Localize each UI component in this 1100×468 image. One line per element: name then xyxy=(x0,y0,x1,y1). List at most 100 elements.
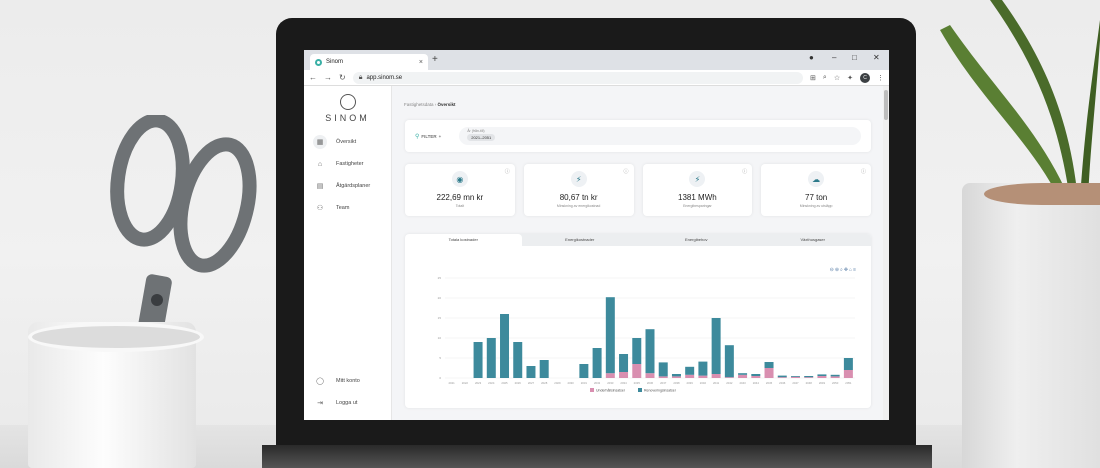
reload-icon[interactable]: ↻ xyxy=(339,73,346,82)
x-tick-label: 2042 xyxy=(726,381,733,385)
kpi-value: 80,67 tn kr xyxy=(559,193,598,202)
x-tick-label: 2044 xyxy=(753,381,760,385)
minimize-button[interactable]: – xyxy=(832,53,836,62)
browser-tab[interactable]: Sinom × xyxy=(310,54,428,70)
x-tick-label: 2048 xyxy=(806,381,813,385)
bar-underhall xyxy=(658,376,668,378)
bolt-icon: ⚡︎ xyxy=(689,171,706,187)
x-tick-label: 2025 xyxy=(501,381,508,385)
x-tick-label: 2045 xyxy=(766,381,773,385)
sidebar-item-logout[interactable]: ⇥ Logga ut xyxy=(304,392,392,414)
x-tick-label: 2034 xyxy=(620,381,627,385)
info-icon[interactable]: ⓘ xyxy=(861,168,866,175)
sidebar-item-fastigheter[interactable]: ⌂ Fastigheter xyxy=(304,153,391,175)
team-icon: ⚇ xyxy=(316,205,324,212)
bar-underhall xyxy=(843,370,853,378)
info-icon[interactable]: ⓘ xyxy=(505,168,510,175)
bar-renovering xyxy=(738,373,748,375)
kpi-label: Totalt xyxy=(455,204,465,208)
bar-renovering xyxy=(592,348,602,378)
bar-renovering xyxy=(513,342,523,378)
tab-energibehov[interactable]: Energibehov xyxy=(638,234,755,246)
bar-underhall xyxy=(830,376,840,378)
maximize-button[interactable]: □ xyxy=(852,53,857,62)
plant-leaves xyxy=(940,0,1100,200)
bar-underhall xyxy=(619,372,629,378)
kpi-label: Energibesparingar xyxy=(683,204,712,208)
y-tick-label: 15 xyxy=(438,316,442,320)
x-tick-label: 2022 xyxy=(462,381,469,385)
bar-renovering xyxy=(685,366,695,375)
sidebar-item-team[interactable]: ⚇ Team xyxy=(304,197,391,219)
x-tick-label: 2043 xyxy=(739,381,746,385)
app-root: SINOM ▦ Översikt ⌂ Fastigheter ▤ Åtgärds… xyxy=(304,86,889,420)
record-icon[interactable]: ● xyxy=(809,53,814,62)
building-icon: ⌂ xyxy=(317,160,323,168)
bar-underhall xyxy=(632,364,642,378)
tab-vaxthusgaser[interactable]: Växthusgaser xyxy=(755,234,872,246)
favicon-icon xyxy=(315,58,322,66)
filter-bar: ⚲ FILTER + År (från-till) 2021–2051 xyxy=(405,120,871,152)
forward-icon[interactable]: → xyxy=(324,73,332,82)
back-icon[interactable]: ← xyxy=(309,73,317,82)
bar-renovering xyxy=(671,374,681,377)
bar-renovering xyxy=(764,362,774,368)
tab-title: Sinom xyxy=(326,59,344,65)
legend-swatch xyxy=(590,388,594,392)
star-icon[interactable]: ☆ xyxy=(834,74,840,82)
filter-button[interactable]: ⚲ FILTER + xyxy=(415,133,441,140)
white-cup xyxy=(28,322,204,468)
bar-renovering xyxy=(658,362,668,377)
scroll-thumb[interactable] xyxy=(884,90,888,120)
filter-chip[interactable]: 2021–2051 xyxy=(467,134,496,141)
bar-renovering xyxy=(473,342,483,378)
x-tick-label: 2051 xyxy=(845,381,852,385)
bar-renovering xyxy=(632,338,642,364)
filter-chip-area[interactable]: År (från-till) 2021–2051 xyxy=(459,127,861,145)
y-tick-label: 5 xyxy=(439,356,441,360)
bar-underhall xyxy=(724,377,734,378)
new-tab-button[interactable]: + xyxy=(432,54,438,65)
emission-icon: ☁︎ xyxy=(808,171,825,187)
sidebar-item-account[interactable]: ◯ Mitt konto xyxy=(304,370,392,392)
x-tick-label: 2038 xyxy=(673,381,680,385)
tab-energikostnader[interactable]: Energikostnader xyxy=(522,234,639,246)
bar-renovering xyxy=(724,345,734,378)
breadcrumb-parent[interactable]: Fastighetsdata xyxy=(404,102,434,107)
plus-icon: + xyxy=(438,133,442,139)
menu-icon[interactable]: ⋮ xyxy=(877,74,884,82)
browser-tab-bar: Sinom × + ● – □ ✕ xyxy=(304,50,889,70)
extensions-icon[interactable]: ✦ xyxy=(847,74,853,82)
x-tick-label: 2040 xyxy=(700,381,707,385)
kpi-label: Minskning av utsläpp xyxy=(799,204,833,208)
sidebar-item-label: Fastigheter xyxy=(336,161,364,167)
bar-renovering xyxy=(500,314,510,378)
profile-avatar[interactable]: C xyxy=(860,72,870,83)
bar-renovering xyxy=(526,366,536,378)
calendar-icon: ▤ xyxy=(316,183,324,190)
bar-underhall xyxy=(738,374,748,378)
x-tick-label: 2029 xyxy=(554,381,561,385)
window-close-button[interactable]: ✕ xyxy=(873,53,880,62)
info-icon[interactable]: ⓘ xyxy=(742,168,747,175)
url-input[interactable]: 🔒︎ app.sinom.se xyxy=(352,71,804,84)
grid-icon: ▦ xyxy=(313,135,327,149)
address-bar: ← → ↻ 🔒︎ app.sinom.se ⊞ ⌕ ☆ ✦ C ⋮ xyxy=(304,70,889,86)
info-icon[interactable]: ⓘ xyxy=(623,168,628,175)
x-tick-label: 2033 xyxy=(607,381,614,385)
kpi-label: Minskning av energikostnad xyxy=(556,204,601,208)
close-icon[interactable]: × xyxy=(419,59,423,66)
translate-icon[interactable]: ⊞ xyxy=(810,74,816,82)
page-scrollbar[interactable] xyxy=(883,86,889,420)
plant-pot xyxy=(962,183,1100,468)
bar-renovering xyxy=(619,354,629,372)
x-tick-label: 2032 xyxy=(594,381,601,385)
sidebar-item-atgardsplaner[interactable]: ▤ Åtgärdsplaner xyxy=(304,175,391,197)
bar-renovering xyxy=(579,364,589,378)
tab-totala-kostnader[interactable]: Totala kostnader xyxy=(405,234,522,246)
x-tick-label: 2039 xyxy=(687,381,694,385)
x-tick-label: 2023 xyxy=(475,381,482,385)
y-tick-label: 0 xyxy=(439,376,441,380)
zoom-icon[interactable]: ⌕ xyxy=(823,74,827,82)
sidebar-item-oversikt[interactable]: ▦ Översikt xyxy=(304,131,391,153)
